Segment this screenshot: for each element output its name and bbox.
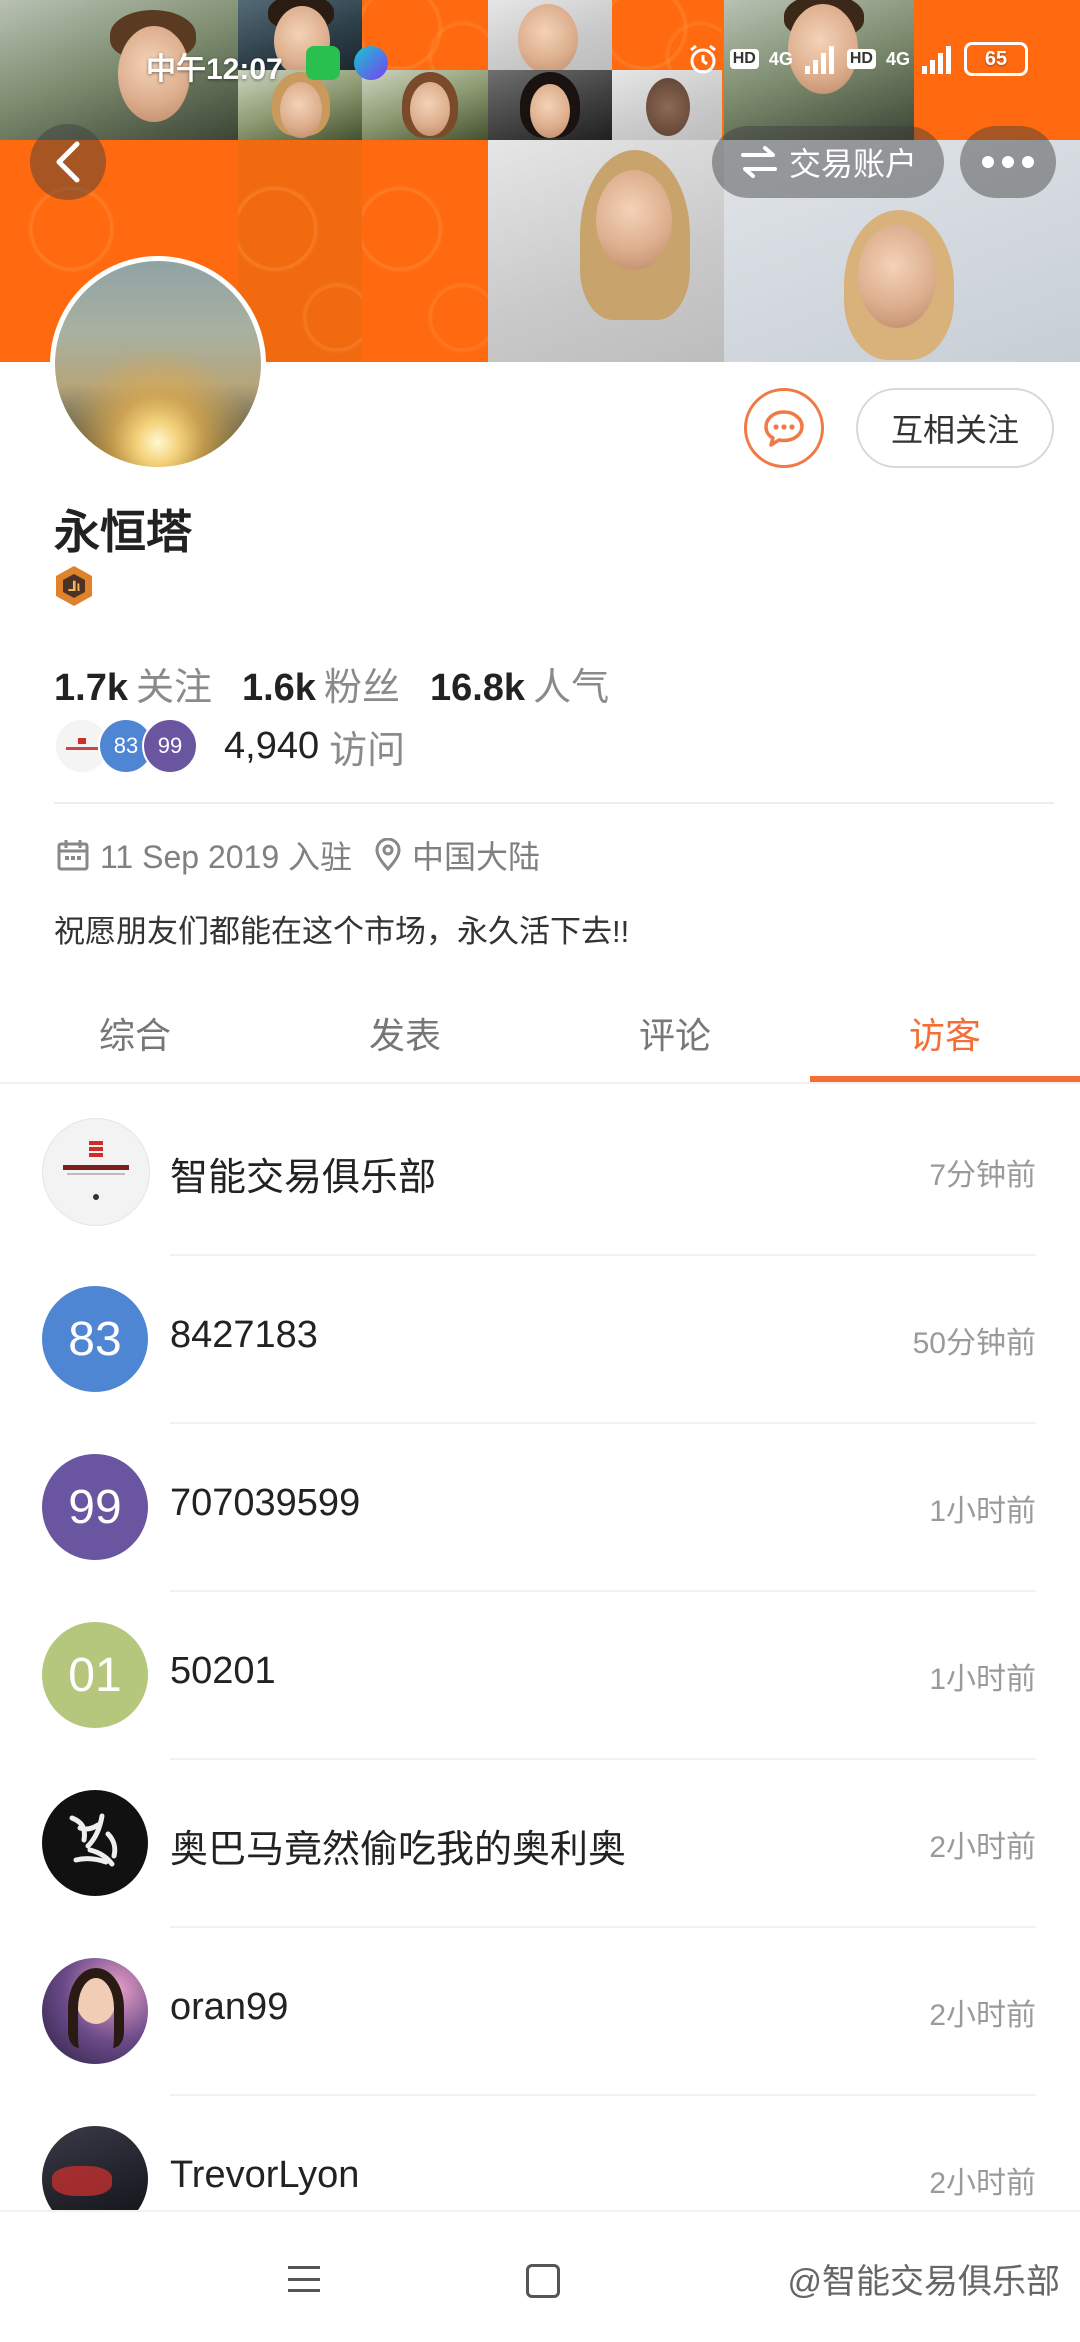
visitor-name[interactable]: 8427183 bbox=[170, 1314, 318, 1357]
visitor-name[interactable]: TrevorLyon bbox=[170, 2154, 359, 2197]
visitor-avatar[interactable]: 99 bbox=[42, 1454, 148, 1560]
visitor-name[interactable]: oran99 bbox=[170, 1986, 288, 2029]
swap-icon bbox=[740, 146, 777, 178]
more-dot-icon bbox=[982, 156, 994, 168]
list-item[interactable]: 99 707039599 1小时前 bbox=[0, 1424, 1080, 1592]
visit-time: 2小时前 bbox=[929, 1999, 1036, 2032]
wechat-icon bbox=[306, 46, 340, 80]
network-type: 4G bbox=[768, 48, 793, 69]
visitor-avatar[interactable] bbox=[42, 1958, 148, 2064]
menu-icon[interactable] bbox=[288, 2266, 320, 2292]
list-item[interactable]: oran99 2小时前 bbox=[0, 1928, 1080, 2096]
level-badge-icon[interactable]: ⅃ι bbox=[56, 566, 92, 606]
stat-following[interactable]: 1.7k 关注 bbox=[54, 656, 212, 711]
signal-icon bbox=[804, 46, 834, 74]
banner-photo-tile bbox=[488, 140, 724, 362]
more-dot-icon bbox=[1002, 156, 1014, 168]
list-item[interactable]: 智能交易俱乐部 7分钟前 bbox=[0, 1088, 1080, 1256]
visit-label: 访问 bbox=[329, 729, 406, 772]
profile-meta: 11 Sep 2019 入驻 中国大陆 bbox=[56, 832, 540, 878]
list-item[interactable]: 83 8427183 50分钟前 bbox=[0, 1256, 1080, 1424]
list-item[interactable]: 奥巴马竟然偷吃我的奥利奥 2小时前 bbox=[0, 1760, 1080, 1928]
mutual-follow-button[interactable]: 互相关注 bbox=[856, 388, 1054, 468]
recent-visitors-summary[interactable]: 83 99 4,940 访问 bbox=[54, 718, 405, 774]
visitor-name[interactable]: 奥巴马竟然偷吃我的奥利奥 bbox=[170, 1818, 626, 1873]
profile-bio: 祝愿朋友们都能在这个市场，永久活下去!! bbox=[54, 914, 630, 949]
message-button[interactable] bbox=[744, 388, 824, 468]
location-text: 中国大陆 bbox=[412, 839, 541, 875]
visitor-name[interactable]: 智能交易俱乐部 bbox=[170, 1146, 436, 1201]
tab-comments[interactable]: 评论 bbox=[540, 984, 810, 1082]
hd-badge: HD bbox=[729, 49, 759, 69]
visitor-avatar[interactable]: 83 bbox=[42, 1286, 148, 1392]
status-bar: 中午12:07 HD 4G HD 4G 65 bbox=[0, 30, 1080, 100]
list-item[interactable]: 01 50201 1小时前 bbox=[0, 1592, 1080, 1760]
profile-tabs: 综合 发表 评论 访客 bbox=[0, 984, 1080, 1082]
chevron-left-icon bbox=[56, 141, 80, 183]
club-logo-icon bbox=[66, 738, 98, 750]
username: 永恒塔 bbox=[54, 506, 192, 558]
stat-followers[interactable]: 1.6k 粉丝 bbox=[242, 656, 400, 711]
status-time: 中午12:07 bbox=[146, 53, 283, 86]
club-logo-icon bbox=[63, 1141, 129, 1200]
canva-icon bbox=[354, 46, 388, 80]
switch-account-label: 交易账户 bbox=[788, 146, 917, 182]
visit-time: 2小时前 bbox=[929, 2167, 1036, 2200]
tab-overview[interactable]: 综合 bbox=[0, 984, 270, 1082]
switch-account-button[interactable]: 交易账户 bbox=[712, 126, 944, 198]
system-nav-bar: @智能交易俱乐部 bbox=[0, 2210, 1080, 2342]
join-date: 11 Sep 2019 入驻 bbox=[100, 839, 353, 875]
calendar-icon bbox=[57, 840, 89, 871]
visitor-name[interactable]: 50201 bbox=[170, 1650, 276, 1693]
stat-popularity[interactable]: 16.8k 人气 bbox=[430, 656, 609, 711]
divider bbox=[54, 802, 1054, 804]
visit-time: 1小时前 bbox=[929, 1663, 1036, 1696]
visitor-avatar[interactable] bbox=[42, 1790, 148, 1896]
profile-stats: 1.7k 关注 1.6k 粉丝 16.8k 人气 bbox=[54, 656, 609, 711]
mini-avatar: 99 bbox=[142, 718, 198, 774]
chat-bubble-icon bbox=[764, 410, 804, 447]
location-pin-icon bbox=[375, 838, 401, 872]
alarm-icon bbox=[689, 44, 716, 74]
back-button[interactable] bbox=[30, 124, 106, 200]
visit-time: 7分钟前 bbox=[929, 1159, 1036, 1192]
visitor-avatar[interactable] bbox=[42, 1118, 150, 1226]
tab-visitors[interactable]: 访客 bbox=[810, 984, 1080, 1082]
tabs-divider bbox=[0, 1082, 1080, 1084]
hd-badge: HD bbox=[846, 49, 876, 69]
more-options-button[interactable] bbox=[960, 126, 1056, 198]
visit-time: 2小时前 bbox=[929, 1831, 1036, 1864]
visitor-avatar[interactable]: 01 bbox=[42, 1622, 148, 1728]
more-dot-icon bbox=[1022, 156, 1034, 168]
visit-count: 4,940 bbox=[224, 724, 320, 767]
calligraphy-avatar-icon bbox=[69, 1813, 118, 1867]
battery-indicator: 65 bbox=[964, 42, 1028, 76]
signal-icon bbox=[922, 46, 951, 74]
home-button-icon[interactable] bbox=[526, 2264, 560, 2298]
watermark: @智能交易俱乐部 bbox=[787, 2263, 1060, 2301]
visitor-list: 智能交易俱乐部 7分钟前 83 8427183 50分钟前 99 7070395… bbox=[0, 1088, 1080, 2264]
visitor-name[interactable]: 707039599 bbox=[170, 1482, 360, 1525]
visit-time: 50分钟前 bbox=[912, 1327, 1036, 1360]
tab-posts[interactable]: 发表 bbox=[270, 984, 540, 1082]
visit-time: 1小时前 bbox=[929, 1495, 1036, 1528]
profile-avatar[interactable] bbox=[50, 256, 266, 472]
network-type: 4G bbox=[885, 48, 910, 69]
